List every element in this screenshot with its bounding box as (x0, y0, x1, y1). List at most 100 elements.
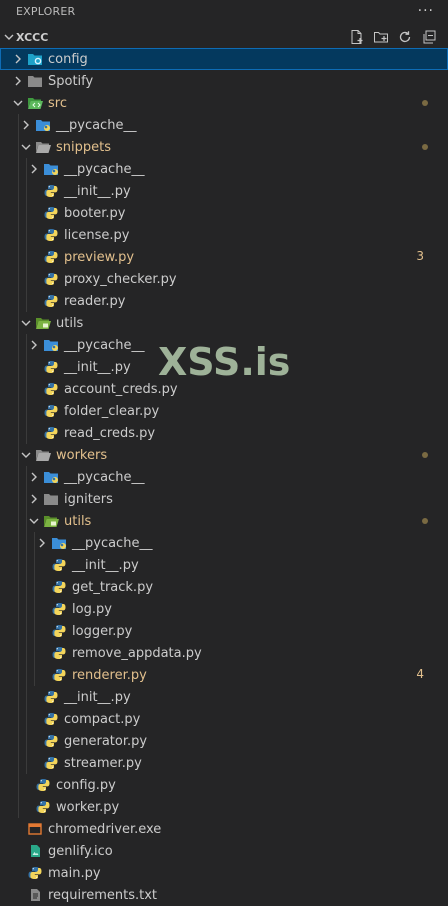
new-folder-icon[interactable] (372, 28, 390, 46)
python-file-icon (42, 752, 60, 774)
pycache-folder-icon (42, 158, 60, 180)
tree-file-row[interactable]: logger.py (0, 620, 448, 642)
tree-folder-row[interactable]: __pycache__ (0, 532, 448, 554)
chevron-right-icon[interactable] (26, 158, 42, 180)
refresh-icon[interactable] (396, 28, 414, 46)
tree-folder-row[interactable]: __pycache__ (0, 466, 448, 488)
tree-item-label: workers (56, 447, 108, 463)
text-file-icon (26, 884, 44, 906)
indent-guide (18, 510, 19, 532)
tree-file-row[interactable]: license.py (0, 224, 448, 246)
python-file-icon (42, 202, 60, 224)
python-file-icon (50, 576, 68, 598)
tree-file-row[interactable]: main.py (0, 862, 448, 884)
tree-file-row[interactable]: account_creds.py (0, 378, 448, 400)
tree-folder-row[interactable]: __pycache__ (0, 334, 448, 356)
tree-file-row[interactable]: renderer.py 4 (0, 664, 448, 686)
tree-file-row[interactable]: folder_clear.py (0, 400, 448, 422)
tree-folder-row[interactable]: workers (0, 444, 448, 466)
tree-file-row[interactable]: __init__.py (0, 686, 448, 708)
indent-guide (26, 180, 27, 202)
tree-file-row[interactable]: generator.py (0, 730, 448, 752)
python-file-icon (42, 246, 60, 268)
indent-guide (26, 158, 27, 180)
indent-guide (26, 642, 27, 664)
indent-guide (18, 202, 19, 224)
indent-guide (26, 202, 27, 224)
indent-guide (18, 224, 19, 246)
tree-folder-row[interactable]: utils (0, 510, 448, 532)
tree-file-row[interactable]: chromedriver.exe (0, 818, 448, 840)
chevron-right-icon[interactable] (34, 532, 50, 554)
tree-folder-row[interactable]: config (0, 48, 448, 70)
tree-item-label: compact.py (64, 711, 141, 727)
indent-guide (18, 642, 19, 664)
tree-file-row[interactable]: requirements.txt (0, 884, 448, 906)
modified-dot-indicator (422, 144, 428, 150)
chevron-right-icon[interactable] (10, 70, 26, 92)
indent-guide (26, 488, 27, 510)
tree-item-label: Spotify (48, 73, 94, 89)
python-file-icon (50, 642, 68, 664)
indent-guide (26, 730, 27, 752)
python-file-icon (42, 224, 60, 246)
tree-item-label: requirements.txt (48, 887, 158, 903)
tree-item-label: main.py (48, 865, 101, 881)
workspace-root[interactable]: XCCC (0, 26, 448, 48)
indent-guide (18, 774, 19, 796)
indent-guide (18, 290, 19, 312)
tree-item-label: log.py (72, 601, 112, 617)
tree-folder-row[interactable]: Spotify (0, 70, 448, 92)
chevron-right-icon[interactable] (26, 466, 42, 488)
chevron-down-icon[interactable] (10, 92, 26, 114)
tree-folder-row[interactable]: snippets (0, 136, 448, 158)
indent-guide (26, 686, 27, 708)
tree-file-row[interactable]: __init__.py (0, 554, 448, 576)
tree-file-row[interactable]: proxy_checker.py (0, 268, 448, 290)
tree-folder-row[interactable]: src (0, 92, 448, 114)
tree-file-row[interactable]: booter.py (0, 202, 448, 224)
tree-file-row[interactable]: reader.py (0, 290, 448, 312)
tree-file-row[interactable]: remove_appdata.py (0, 642, 448, 664)
tree-folder-row[interactable]: __pycache__ (0, 158, 448, 180)
chevron-right-icon[interactable] (10, 48, 26, 70)
indent-guide (26, 268, 27, 290)
collapse-all-icon[interactable] (420, 28, 438, 46)
chevron-down-icon[interactable] (18, 136, 34, 158)
tree-item-label: worker.py (56, 799, 120, 815)
tree-file-row[interactable]: compact.py (0, 708, 448, 730)
tree-file-row[interactable]: worker.py (0, 796, 448, 818)
chevron-right-icon[interactable] (18, 114, 34, 136)
tree-file-row[interactable]: genlify.ico (0, 840, 448, 862)
tree-file-row[interactable]: __init__.py (0, 356, 448, 378)
indent-guide (18, 576, 19, 598)
tree-file-row[interactable]: config.py (0, 774, 448, 796)
chevron-down-icon[interactable] (26, 510, 42, 532)
indent-guide (26, 510, 27, 532)
tree-folder-row[interactable]: utils (0, 312, 448, 334)
indent-guide (26, 378, 27, 400)
tree-file-row[interactable]: __init__.py (0, 180, 448, 202)
chevron-right-icon[interactable] (26, 334, 42, 356)
indent-guide (18, 686, 19, 708)
more-actions-icon[interactable]: ··· (418, 3, 434, 19)
chevron-down-icon[interactable] (18, 312, 34, 334)
tree-file-row[interactable]: preview.py 3 (0, 246, 448, 268)
chevron-down-icon[interactable] (18, 444, 34, 466)
new-file-icon[interactable] (348, 28, 366, 46)
indent-guide (26, 224, 27, 246)
tree-folder-row[interactable]: igniters (0, 488, 448, 510)
indent-guide (26, 400, 27, 422)
indent-guide (18, 752, 19, 774)
chevron-right-icon[interactable] (26, 488, 42, 510)
tree-file-row[interactable]: get_track.py (0, 576, 448, 598)
indent-guide (34, 576, 35, 598)
indent-guide (18, 796, 19, 818)
tree-folder-row[interactable]: __pycache__ (0, 114, 448, 136)
tree-file-row[interactable]: read_creds.py (0, 422, 448, 444)
tree-file-row[interactable]: streamer.py (0, 752, 448, 774)
tree-file-row[interactable]: log.py (0, 598, 448, 620)
tree-item-label: folder_clear.py (64, 403, 160, 419)
indent-guide (34, 554, 35, 576)
indent-guide (18, 114, 19, 136)
